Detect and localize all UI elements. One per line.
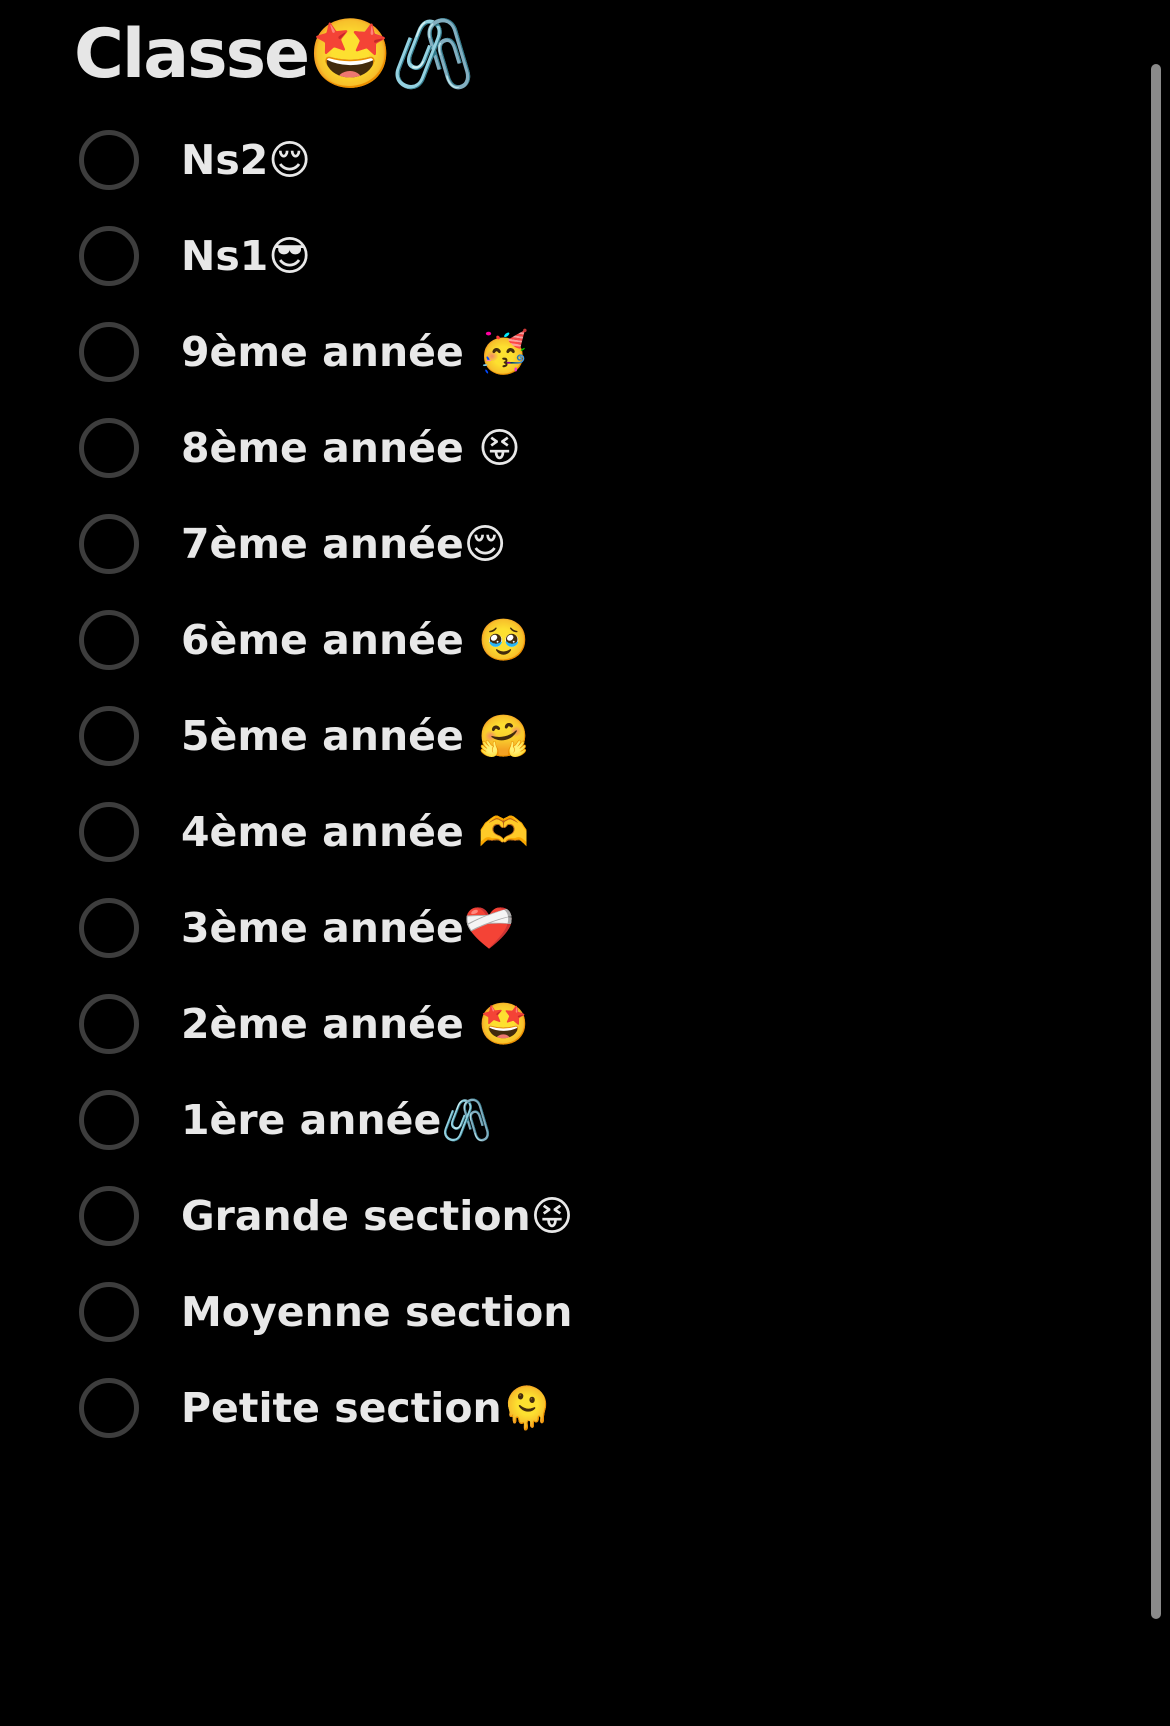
radio-button-icon[interactable] bbox=[79, 322, 139, 382]
radio-option-5eme-annee[interactable]: 5ème année 🤗 bbox=[0, 691, 1130, 787]
option-label: 7ème année😌 bbox=[181, 520, 507, 568]
radio-button-icon[interactable] bbox=[79, 610, 139, 670]
radio-button-icon[interactable] bbox=[79, 226, 139, 286]
radio-option-petite-section[interactable]: Petite section🫠 bbox=[0, 1363, 1130, 1459]
radio-option-7eme-annee[interactable]: 7ème année😌 bbox=[0, 499, 1130, 595]
radio-button-icon[interactable] bbox=[79, 514, 139, 574]
option-label: 4ème année 🫶 bbox=[181, 808, 530, 856]
option-label: Petite section🫠 bbox=[181, 1384, 553, 1432]
radio-option-4eme-annee[interactable]: 4ème année 🫶 bbox=[0, 787, 1130, 883]
radio-option-1ere-annee[interactable]: 1ère année🖇️ bbox=[0, 1075, 1130, 1171]
radio-button-icon[interactable] bbox=[79, 1186, 139, 1246]
option-label: 1ère année🖇️ bbox=[181, 1096, 493, 1144]
option-label: 6ème année 🥹 bbox=[181, 616, 530, 664]
option-label: Moyenne section bbox=[181, 1288, 573, 1336]
vertical-scrollbar[interactable] bbox=[1151, 64, 1161, 1619]
radio-button-icon[interactable] bbox=[79, 802, 139, 862]
radio-button-icon[interactable] bbox=[79, 418, 139, 478]
radio-button-icon[interactable] bbox=[79, 1090, 139, 1150]
radio-option-8eme-annee[interactable]: 8ème année 😝 bbox=[0, 403, 1130, 499]
radio-button-icon[interactable] bbox=[79, 994, 139, 1054]
radio-option-3eme-annee[interactable]: 3ème année❤️‍🩹 bbox=[0, 883, 1130, 979]
radio-option-grande-section[interactable]: Grande section😝 bbox=[0, 1171, 1130, 1267]
radio-button-icon[interactable] bbox=[79, 1378, 139, 1438]
radio-option-ns1[interactable]: Ns1😎 bbox=[0, 211, 1130, 307]
radio-option-2eme-annee[interactable]: 2ème année 🤩 bbox=[0, 979, 1130, 1075]
option-label: 8ème année 😝 bbox=[181, 424, 521, 472]
option-label: Ns1😎 bbox=[181, 232, 311, 280]
radio-button-icon[interactable] bbox=[79, 1282, 139, 1342]
question-title: Classe🤩🖇️ bbox=[74, 15, 476, 94]
radio-button-icon[interactable] bbox=[79, 706, 139, 766]
radio-button-icon[interactable] bbox=[79, 130, 139, 190]
radio-option-moyenne-section[interactable]: Moyenne section bbox=[0, 1267, 1130, 1363]
option-label: 9ème année 🥳 bbox=[181, 328, 530, 376]
radio-option-6eme-annee[interactable]: 6ème année 🥹 bbox=[0, 595, 1130, 691]
option-label: 5ème année 🤗 bbox=[181, 712, 530, 760]
option-label: 2ème année 🤩 bbox=[181, 1000, 530, 1048]
option-label: Grande section😝 bbox=[181, 1192, 574, 1240]
radio-option-9eme-annee[interactable]: 9ème année 🥳 bbox=[0, 307, 1130, 403]
option-label: 3ème année❤️‍🩹 bbox=[181, 904, 515, 952]
radio-option-ns2[interactable]: Ns2😌 bbox=[0, 115, 1130, 211]
option-label: Ns2😌 bbox=[181, 136, 311, 184]
radio-button-icon[interactable] bbox=[79, 898, 139, 958]
